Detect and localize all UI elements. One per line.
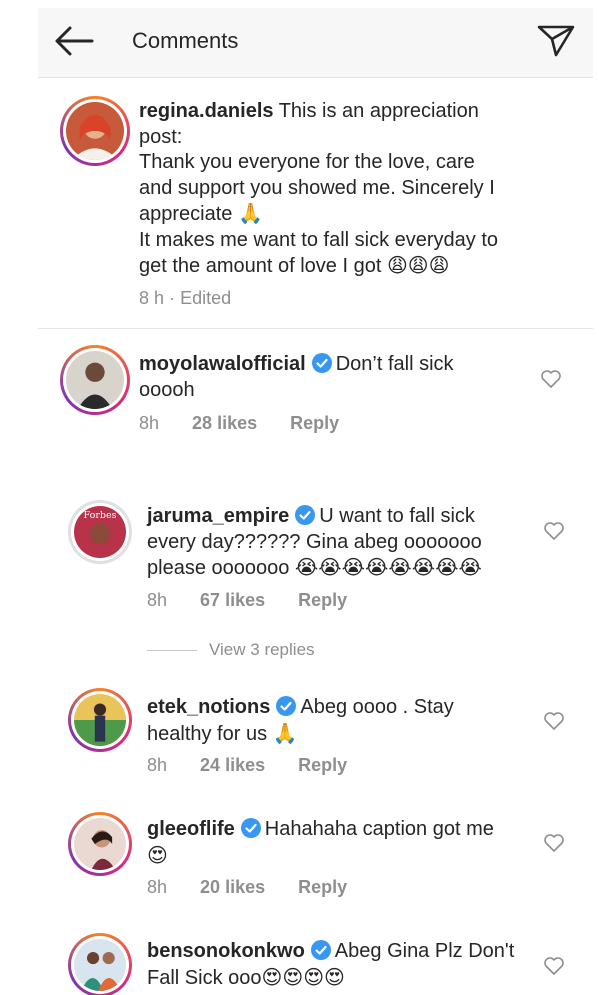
likes-count[interactable]: 28 likes [192,413,257,434]
edited-label: Edited [180,288,232,308]
view-replies-button[interactable]: View 3 replies [147,640,315,664]
verified-badge-icon [240,818,261,838]
heart-eyes-emoji: 😍 [147,842,168,867]
likes-count[interactable]: 24 likes [200,755,265,776]
comment-time: 8h [147,877,168,897]
reply-button[interactable]: Reply [298,877,347,898]
avatar-text: Forbes [84,510,117,521]
share-button[interactable] [536,22,576,58]
comment-username[interactable]: bensonokonkwo [147,940,305,962]
crying-emoji: 😭😭😭😭😭😭😭😭 [294,555,482,579]
reply-button[interactable]: Reply [298,590,347,611]
likes-count[interactable]: 67 likes [200,590,265,611]
comment-text: etek_notions Abeg oooo . Stay healthy for… [147,696,454,745]
heart-icon[interactable] [543,711,565,731]
heart-eyes-emoji: 😍😍😍😍 [261,964,345,989]
comment-text: bensonokonkwo Abeg Gina Plz Don't Fall Si… [147,940,515,989]
comment-text: moyolawalofficial Don’t fall sick ooooh [139,353,454,401]
heart-icon[interactable] [543,956,565,976]
caption-time: 8 h [139,288,165,308]
comment-meta: 8h 28 likes Reply [139,413,339,434]
heart-icon[interactable] [543,521,565,541]
comment-text: gleeoflife Hahahaha caption got me 😍 [147,818,494,867]
pray-emoji: 🙏 [237,201,263,225]
comment-avatar[interactable] [68,812,132,876]
comment-meta: 8h 24 likes Reply [147,755,347,776]
verified-badge-icon [310,940,331,960]
reply-button[interactable]: Reply [290,413,339,434]
comment-username[interactable]: jaruma_empire [147,505,289,527]
page-title: Comments [132,28,239,53]
caption-username[interactable]: regina.daniels [139,100,274,122]
caption-avatar[interactable] [60,96,130,166]
comment-time: 8h [147,590,168,610]
pray-emoji: 🙏 [272,720,298,745]
comment-avatar[interactable] [68,688,132,752]
comment-username[interactable]: gleeoflife [147,818,235,840]
replies-divider-line [147,650,197,652]
comment-time: 8h [147,755,168,775]
heart-icon[interactable] [540,369,562,389]
weary-emoji: 😩😩😩 [386,253,450,277]
paper-plane-icon [537,25,575,57]
comment-text: jaruma_empire U want to fall sick every d… [147,505,482,579]
caption-text: regina.daniels This is an appreciation p… [139,100,499,277]
verified-badge-icon [295,505,316,525]
comment-avatar[interactable] [60,345,130,415]
divider [38,328,593,329]
comment-meta: 8h 20 likes Reply [147,877,347,898]
comment-username[interactable]: moyolawalofficial [139,353,306,375]
comment-avatar[interactable]: Forbes [68,500,132,564]
comment-avatar[interactable] [68,933,132,995]
back-button[interactable] [54,24,94,58]
arrow-left-icon [55,26,94,56]
comment-time: 8h [139,413,160,433]
comment-meta: 8h 67 likes Reply [147,590,347,611]
comment-username[interactable]: etek_notions [147,696,270,718]
verified-badge-icon [311,353,332,373]
top-bar: Comments [38,8,593,78]
reply-button[interactable]: Reply [298,755,347,776]
caption-meta: 8 h · Edited [139,288,232,308]
likes-count[interactable]: 20 likes [200,877,265,898]
verified-badge-icon [276,696,297,716]
heart-icon[interactable] [543,833,565,853]
